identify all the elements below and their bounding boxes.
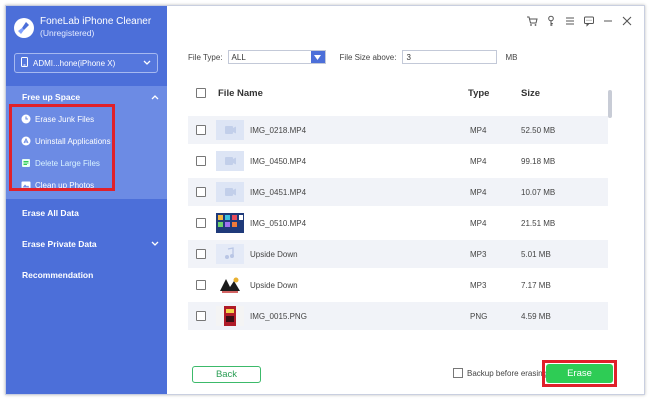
device-selector[interactable]: ADMI...hone(iPhone X): [14, 53, 158, 73]
section-header-free-up-space[interactable]: Free up Space: [6, 86, 167, 108]
filter-bar: File Type: ALL File Size above: 3 MB: [188, 50, 517, 64]
sidebar-item-uninstall-applications[interactable]: Uninstall Applications: [20, 133, 111, 149]
table-row[interactable]: IMG_0510.MP4 MP4 21.51 MB: [188, 209, 608, 237]
sidebar-item-erase-private-data[interactable]: Erase Private Data: [6, 233, 167, 255]
row-checkbox[interactable]: [196, 156, 206, 166]
file-type: PNG: [470, 311, 488, 321]
cart-icon[interactable]: [525, 14, 539, 28]
file-name: IMG_0451.MP4: [250, 187, 307, 197]
file-size-label: File Size above:: [339, 52, 397, 62]
row-checkbox[interactable]: [196, 125, 206, 135]
device-name: ADMI...hone(iPhone X): [33, 58, 116, 68]
table-scrollbar[interactable]: [608, 90, 612, 118]
file-size: 7.17 MB: [521, 280, 551, 290]
file-type: MP4: [470, 156, 487, 166]
phone-icon: [21, 57, 28, 69]
file-type: MP4: [470, 125, 487, 135]
file-icon: [20, 158, 31, 169]
file-type: MP3: [470, 249, 487, 259]
file-type: MP4: [470, 187, 487, 197]
file-name: IMG_0450.MP4: [250, 156, 307, 166]
close-icon[interactable]: [620, 14, 634, 28]
backup-checkbox[interactable]: [453, 368, 463, 378]
file-name: Upside Down: [250, 249, 298, 259]
file-thumbnail: [216, 151, 244, 171]
sidebar-item-erase-junk-files[interactable]: Erase Junk Files: [20, 111, 94, 127]
menu-icon[interactable]: [563, 14, 577, 28]
file-thumbnail: [216, 120, 244, 140]
chat-icon[interactable]: [582, 14, 596, 28]
chevron-down-icon: [143, 58, 151, 68]
file-size-input[interactable]: 3: [402, 50, 498, 64]
app-subtitle: (Unregistered): [40, 28, 95, 38]
row-checkbox[interactable]: [196, 249, 206, 259]
file-thumbnail: [216, 275, 244, 295]
file-type-value: ALL: [231, 52, 246, 62]
chevron-up-icon: [151, 92, 159, 102]
table-row[interactable]: IMG_0450.MP4 MP4 99.18 MB: [188, 147, 608, 175]
select-all-checkbox[interactable]: [196, 88, 206, 98]
broom-logo-icon: [14, 18, 34, 38]
sidebar-item-clean-up-photos[interactable]: Clean up Photos: [20, 177, 94, 193]
file-thumbnail: [216, 244, 244, 264]
file-table: File Name Type Size IMG_0218.MP4 MP4 52.50…: [188, 82, 608, 340]
brand: FoneLab iPhone Cleaner (Unregistered): [14, 16, 151, 39]
app-store-icon: [20, 136, 31, 147]
table-header: File Name Type Size: [188, 82, 608, 104]
file-thumbnail: [216, 306, 244, 326]
section-free-up-space: Free up Space Erase Junk Files Uninstall…: [6, 86, 167, 199]
file-size: 5.01 MB: [521, 249, 551, 259]
file-size: 52.50 MB: [521, 125, 556, 135]
file-size: 10.07 MB: [521, 187, 556, 197]
minimize-icon[interactable]: [601, 14, 615, 28]
file-type-label: File Type:: [188, 52, 223, 62]
backup-label: Backup before erasing: [467, 368, 548, 378]
file-thumbnail: [216, 213, 244, 233]
sidebar-item-delete-large-files[interactable]: Delete Large Files: [20, 155, 100, 171]
chevron-down-icon: [151, 239, 159, 249]
row-checkbox[interactable]: [196, 187, 206, 197]
file-name: IMG_0015.PNG: [250, 311, 307, 321]
table-row[interactable]: Upside Down MP3 7.17 MB: [188, 271, 608, 299]
file-name: IMG_0218.MP4: [250, 125, 307, 135]
title-bar-controls: [520, 14, 634, 28]
file-size: 99.18 MB: [521, 156, 556, 166]
table-row[interactable]: Upside Down MP3 5.01 MB: [188, 240, 608, 268]
file-size: 21.51 MB: [521, 218, 556, 228]
erase-button[interactable]: Erase: [546, 364, 613, 383]
table-row[interactable]: IMG_0218.MP4 MP4 52.50 MB: [188, 116, 608, 144]
photo-icon: [20, 180, 31, 191]
file-size-unit: MB: [505, 52, 518, 62]
back-button[interactable]: Back: [192, 366, 261, 383]
backup-option: Backup before erasing: [453, 368, 547, 378]
file-thumbnail: [216, 182, 244, 202]
app-title: FoneLab iPhone Cleaner: [40, 16, 152, 27]
column-header-file-name: File Name: [218, 87, 263, 99]
table-row[interactable]: IMG_0451.MP4 MP4 10.07 MB: [188, 178, 608, 206]
column-header-type: Type: [468, 87, 490, 99]
file-type-select[interactable]: ALL: [227, 50, 326, 64]
section-label: Free up Space: [22, 92, 81, 102]
row-checkbox[interactable]: [196, 311, 206, 321]
row-checkbox[interactable]: [196, 218, 206, 228]
sidebar: FoneLab iPhone Cleaner (Unregistered) AD…: [6, 6, 167, 394]
file-name: IMG_0510.MP4: [250, 218, 307, 228]
file-name: Upside Down: [250, 280, 298, 290]
column-header-size: Size: [521, 87, 541, 99]
row-checkbox[interactable]: [196, 280, 206, 290]
dropdown-arrow-icon: [310, 51, 325, 63]
sidebar-item-erase-all-data[interactable]: Erase All Data: [6, 202, 167, 224]
key-icon[interactable]: [544, 14, 558, 28]
file-size: 4.59 MB: [521, 311, 551, 321]
file-type: MP4: [470, 218, 487, 228]
table-row[interactable]: IMG_0015.PNG PNG 4.59 MB: [188, 302, 608, 330]
sidebar-item-recommendation[interactable]: Recommendation: [6, 264, 167, 286]
file-type: MP3: [470, 280, 487, 290]
clock-icon: [20, 114, 31, 125]
